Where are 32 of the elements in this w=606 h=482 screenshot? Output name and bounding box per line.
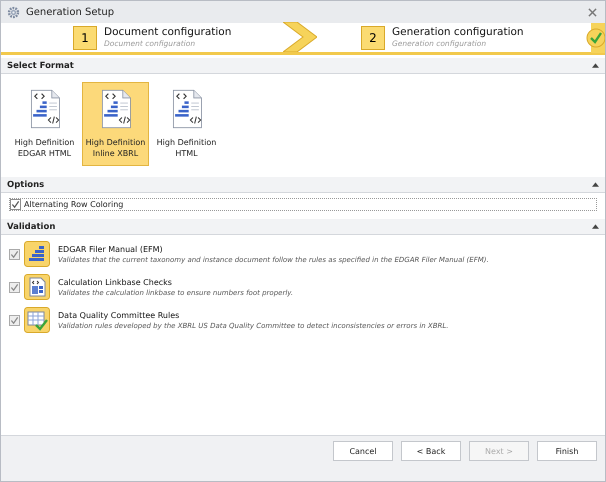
- section-title: Validation: [7, 222, 56, 232]
- format-option[interactable]: High Definition EDGAR HTML: [11, 82, 78, 166]
- step-title: Generation configuration: [392, 26, 524, 39]
- table-check-icon: [24, 307, 50, 333]
- section-title: Options: [7, 180, 44, 190]
- section-header[interactable]: Select Format: [1, 58, 605, 74]
- section-title: Select Format: [7, 60, 74, 70]
- chevron-icon: [283, 22, 317, 52]
- format-option[interactable]: High Definition HTML: [153, 82, 220, 166]
- checkbox[interactable]: [9, 248, 20, 260]
- option-checkbox-row[interactable]: Alternating Row Coloring: [9, 198, 597, 211]
- step-number: 1: [73, 26, 97, 50]
- checkbox[interactable]: [10, 199, 21, 210]
- step-number: 2: [361, 26, 385, 50]
- rule-title: EDGAR Filer Manual (EFM): [58, 244, 164, 254]
- gear-icon: [7, 6, 20, 18]
- checkbox[interactable]: [9, 282, 20, 292]
- option-label: Alternating Row Coloring: [24, 200, 124, 209]
- window-title: Generation Setup: [26, 6, 114, 18]
- close-button[interactable]: [586, 6, 599, 18]
- section-header[interactable]: Validation: [1, 219, 605, 235]
- stacked-bars-icon: [24, 241, 50, 267]
- step-title: Document configuration: [104, 26, 232, 39]
- rule-title: Data Quality Committee Rules: [58, 310, 180, 320]
- checkbox[interactable]: [9, 314, 20, 326]
- wizard-button[interactable]: Finish: [537, 441, 597, 461]
- section-header[interactable]: Options: [1, 177, 605, 193]
- calculator-document-icon: [24, 274, 50, 300]
- format-option[interactable]: High Definition Inline XBRL: [82, 82, 149, 166]
- rule-title: Calculation Linkbase Checks: [58, 276, 173, 288]
- wizard-button[interactable]: Cancel: [333, 441, 393, 461]
- wizard-button[interactable]: < Back: [401, 441, 461, 461]
